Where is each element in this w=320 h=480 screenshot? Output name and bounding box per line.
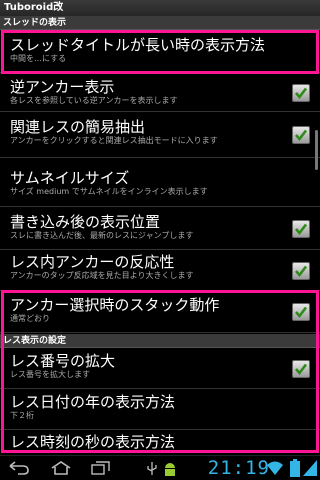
- checkbox-checked-icon[interactable]: [292, 220, 310, 238]
- pref-thumbnail-size[interactable]: サムネイルサイズ サイズ medium でサムネイルをインライン表示します: [0, 159, 320, 207]
- checkbox-checked-icon[interactable]: [292, 262, 310, 280]
- android-debug-icon: [165, 463, 175, 476]
- settings-screen: Tuboroid改 スレッドの表示 スレッドタイトルが長い時の表示方法 中間を……: [0, 0, 320, 480]
- pref-title: レス番号の拡大: [10, 352, 116, 370]
- pref-title: レス日付の年の表示方法: [10, 393, 176, 411]
- pref-thread-title-display[interactable]: スレッドタイトルが長い時の表示方法 中間を…にする: [0, 31, 320, 73]
- section-header-res-display: レス表示の設定: [0, 334, 320, 348]
- checkbox-checked-icon[interactable]: [292, 303, 310, 321]
- pref-title: レス時刻の秒の表示方法: [10, 433, 176, 451]
- checkbox-checked-icon[interactable]: [292, 126, 310, 144]
- pref-summary: 通常どおり: [10, 314, 50, 323]
- checkbox-checked-icon[interactable]: [292, 84, 310, 102]
- pref-anchor-stack-behavior[interactable]: アンカー選択時のスタック動作 通常どおり: [0, 292, 320, 333]
- status-clock: 21:19: [207, 457, 270, 479]
- home-icon[interactable]: [50, 461, 72, 475]
- pref-title: レス内アンカーの反応性: [10, 253, 175, 271]
- pref-summary: 各レスを参照している逆アンカーを表示します: [10, 96, 178, 105]
- pref-summary: レス番号を拡大します: [10, 370, 90, 379]
- scrollbar[interactable]: [315, 130, 318, 170]
- pref-summary: スレに書き込んだ後、最新のレスにジャンプします: [10, 231, 194, 240]
- pref-summary: 中間を…にする: [10, 54, 67, 63]
- pref-post-display-position[interactable]: 書き込み後の表示位置 スレに書き込んだ後、最新のレスにジャンプします: [0, 208, 320, 250]
- pref-summary: 下２桁: [10, 411, 34, 420]
- signal-icon: [303, 460, 317, 476]
- recent-apps-icon[interactable]: [90, 461, 112, 475]
- section-header-thread-display: スレッドの表示: [0, 16, 320, 30]
- pref-title: アンカー選択時のスタック動作: [10, 296, 220, 314]
- pref-title: 書き込み後の表示位置: [10, 213, 161, 231]
- pref-title: 逆アンカー表示: [10, 78, 115, 96]
- pref-reverse-anchor[interactable]: 逆アンカー表示 各レスを参照している逆アンカーを表示します: [0, 74, 320, 112]
- pref-title: スレッドタイトルが長い時の表示方法: [10, 36, 266, 54]
- pref-title: サムネイルサイズ: [10, 169, 130, 187]
- pref-summary: アンカーをクリックすると関連レス抽出モードに入ります: [10, 136, 218, 145]
- app-title: Tuboroid改: [0, 0, 320, 16]
- battery-icon: [290, 459, 300, 477]
- pref-summary: アンカーのタップ反応域を見た目より大きくします: [10, 271, 194, 280]
- pref-title: 関連レスの簡易抽出: [10, 118, 146, 136]
- system-bar: 21:19: [0, 455, 320, 480]
- usb-icon: [147, 462, 157, 475]
- pref-summary: サイズ medium でサムネイルをインライン表示します: [10, 187, 208, 196]
- pref-res-number-enlarge[interactable]: レス番号の拡大 レス番号を拡大します: [0, 349, 320, 389]
- pref-anchor-reactivity[interactable]: レス内アンカーの反応性 アンカーのタップ反応域を見た目より大きくします: [0, 251, 320, 291]
- checkbox-checked-icon[interactable]: [292, 360, 310, 378]
- pref-related-res-extract[interactable]: 関連レスの簡易抽出 アンカーをクリックすると関連レス抽出モードに入ります: [0, 113, 320, 158]
- pref-res-time-seconds[interactable]: レス時刻の秒の表示方法: [0, 431, 320, 455]
- back-icon[interactable]: [8, 461, 30, 475]
- pref-res-date-year[interactable]: レス日付の年の表示方法 下２桁: [0, 390, 320, 430]
- wifi-icon: [267, 461, 283, 475]
